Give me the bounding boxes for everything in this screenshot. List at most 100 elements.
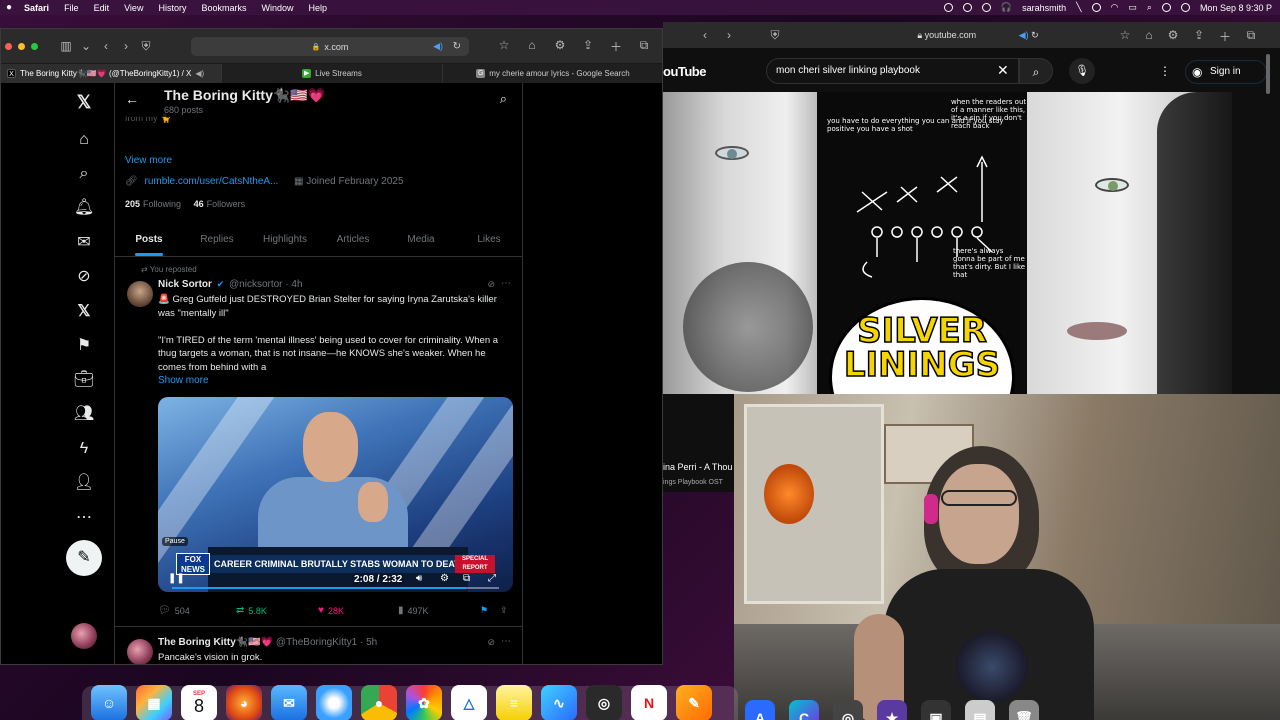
followers-link[interactable]: 46 Followers (194, 199, 246, 209)
minimize-window-button[interactable] (18, 42, 25, 50)
home-icon[interactable]: ⌂ (1139, 28, 1159, 42)
tab-boring-kitty[interactable]: X The Boring Kitty🐈‍⬛🇺🇸💗 (@TheBoringKitt… (1, 64, 222, 83)
back-icon[interactable]: ‹ (695, 28, 715, 42)
status-icon[interactable] (943, 3, 953, 12)
new-tab-icon[interactable]: ＋ (1215, 28, 1235, 45)
tweet-handle-time[interactable]: @TheBoringKitty1 · 5h (276, 637, 377, 648)
obs-icon[interactable]: ◎ (586, 685, 622, 720)
battery-icon[interactable]: ▭ (1128, 2, 1137, 13)
trash-icon[interactable]: 🗑︎ (1009, 700, 1039, 720)
tab-highlights[interactable]: Highlights (251, 223, 319, 256)
tab-google-search[interactable]: G my cherie amour lyrics - Google Search (443, 64, 662, 83)
fullscreen-icon[interactable]: ⤢ (488, 573, 496, 584)
verified-orgs-lightning-icon[interactable]: ϟ (73, 438, 95, 460)
sign-in-button[interactable]: ◉ Sign in (1185, 60, 1267, 84)
search-icon[interactable]: ⌕ (73, 163, 95, 185)
tab-live-streams[interactable]: ▶ Live Streams (222, 64, 443, 83)
apple-icon[interactable]: ● (6, 2, 12, 13)
youtube-logo[interactable]: ouTube (663, 64, 706, 79)
spotlight-icon[interactable]: ⌕ (1147, 2, 1152, 13)
settings-gear-icon[interactable]: ⚙ (440, 573, 449, 584)
more-options-icon[interactable]: ⋯ (501, 636, 511, 647)
more-options-icon[interactable]: ⋯ (73, 507, 95, 529)
safari-icon[interactable]: ✦ (316, 685, 352, 720)
back-icon[interactable]: ‹ (96, 39, 116, 53)
premium-x-icon[interactable]: 𝕏 (73, 301, 95, 323)
back-arrow-icon[interactable]: ← (125, 91, 139, 107)
video-player[interactable]: CAREER CRIMINAL BRUTALLY STABS WOMAN TO … (158, 397, 513, 592)
menu-bookmarks[interactable]: Bookmarks (201, 3, 246, 13)
forward-icon[interactable]: › (719, 28, 739, 42)
menu-help[interactable]: Help (309, 3, 328, 13)
share-icon[interactable]: ⇪ (500, 605, 508, 616)
wifi-icon[interactable]: ◠ (1111, 2, 1119, 13)
menu-history[interactable]: History (158, 3, 186, 13)
menu-file[interactable]: File (64, 3, 79, 13)
show-more-link[interactable]: Show more (158, 375, 209, 386)
youtube-address-bar[interactable]: 🔒︎ youtube.com ◀) ↻ (873, 27, 1083, 43)
avatar[interactable] (127, 281, 153, 307)
tab-sound-icon[interactable]: ◀) (195, 69, 204, 78)
menu-edit[interactable]: Edit (94, 3, 110, 13)
jobs-briefcase-icon[interactable]: 💼︎ (73, 369, 95, 391)
app-icon[interactable]: ▣ (921, 700, 951, 720)
settings-kebab-icon[interactable]: ⋮ (1159, 64, 1171, 78)
menubar-clock[interactable]: Mon Sep 8 9:30 P (1200, 3, 1272, 13)
menu-window[interactable]: Window (261, 3, 293, 13)
following-link[interactable]: 205 Following (125, 199, 181, 209)
tweet-author[interactable]: The Boring Kitty🐈‍⬛🇺🇸💗 (158, 637, 273, 648)
bookmarks-icon[interactable]: ⚑ (73, 335, 95, 357)
privacy-shield-icon[interactable]: ⛨ (765, 28, 785, 43)
grok-explain-icon[interactable]: ⊘ (487, 637, 495, 648)
views-button[interactable]: ▮ 497K (398, 605, 429, 616)
control-center-icon[interactable] (1161, 3, 1171, 12)
video-poster[interactable]: you have to do everything you can and if… (663, 92, 1232, 394)
home-icon[interactable]: ⌂ (73, 129, 95, 151)
launchpad-icon[interactable]: ▦ (136, 685, 172, 720)
pages-icon[interactable]: ✎ (676, 685, 712, 720)
gear-icon[interactable]: ⚙ (1163, 28, 1183, 42)
app-icon[interactable]: ★ (877, 700, 907, 720)
youtube-search-button[interactable]: ⌕ (1019, 58, 1053, 84)
picture-in-picture-icon[interactable]: ⧉ (463, 573, 470, 584)
tab-media[interactable]: Media (387, 223, 455, 256)
video-title[interactable]: ina Perri - A Thou (663, 462, 732, 472)
tab-likes[interactable]: Likes (455, 223, 522, 256)
home-icon[interactable]: ⌂ (522, 38, 542, 55)
forward-icon[interactable]: › (116, 39, 136, 53)
compose-post-button[interactable]: ✎ (66, 540, 102, 576)
finder-icon[interactable]: ☺ (91, 685, 127, 720)
app-icon[interactable]: ▤ (965, 700, 995, 720)
tab-overview-icon[interactable]: ⧉ (1241, 28, 1261, 43)
app-icon[interactable]: ◎ (833, 700, 863, 720)
tweet-author[interactable]: Nick Sortor (158, 279, 212, 290)
profile-icon[interactable]: 👤︎ (73, 472, 95, 494)
repost-button[interactable]: ⇄ 5.8K (236, 605, 267, 616)
avatar[interactable] (127, 639, 153, 664)
volume-icon[interactable]: 🔊︎ (416, 573, 422, 584)
play-icon[interactable] (1091, 3, 1101, 12)
freeform-icon[interactable]: ∿ (541, 685, 577, 720)
news-icon[interactable]: N (631, 685, 667, 720)
app-store-icon[interactable]: A (745, 700, 775, 720)
reload-icon[interactable]: ↻ (1031, 30, 1039, 40)
tab-overview-icon[interactable]: ⧉ (634, 38, 654, 55)
sidebar-toggle-icon[interactable]: ▥ (56, 39, 76, 53)
sound-playing-icon[interactable]: ◀) (1019, 30, 1029, 40)
video-progress-bar[interactable] (172, 587, 499, 589)
new-tab-icon[interactable]: ＋ (606, 38, 626, 55)
chrome-icon[interactable]: ● (361, 685, 397, 720)
bookmark-icon[interactable]: ⚑ (480, 605, 488, 616)
messages-envelope-icon[interactable]: ✉ (73, 232, 95, 254)
time-machine-icon[interactable] (962, 3, 972, 12)
grok-explain-icon[interactable]: ⊘ (487, 279, 495, 290)
tab-articles[interactable]: Articles (319, 223, 387, 256)
notifications-bell-icon[interactable]: 🔔︎ (73, 197, 95, 219)
privacy-shield-icon[interactable]: ⛨ (136, 39, 156, 54)
tab-replies[interactable]: Replies (183, 223, 251, 256)
like-button[interactable]: ♥ 28K (318, 605, 344, 616)
menubar-user[interactable]: sarahsmith (1022, 3, 1066, 13)
timer-icon[interactable] (981, 3, 991, 12)
tweet[interactable]: The Boring Kitty🐈‍⬛🇺🇸💗 @TheBoringKitty1 … (115, 629, 522, 664)
youtube-search-input[interactable]: mon cheri silver linking playbook (766, 58, 1019, 84)
